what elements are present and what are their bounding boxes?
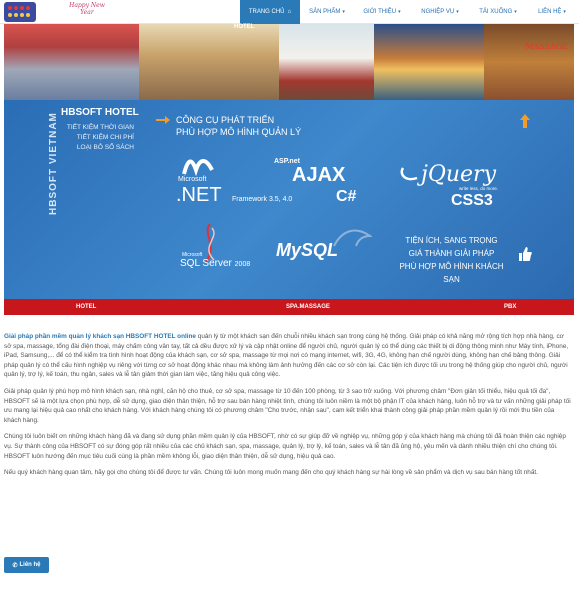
nav-tai-xuong[interactable]: TẢI XUỐNG ▾ [470,0,526,24]
hbsoft-logo[interactable] [4,2,36,22]
caret-down-icon: ▾ [456,9,459,15]
tagline: TIẾT KIỆM CHI PHÍ [76,134,134,141]
csharp-label: C# [336,188,357,205]
nav-label: NGHIỆP VỤ [421,9,455,15]
nav-gioi-thieu[interactable]: GIỚI THIỆU ▾ [354,0,410,24]
arrow-up-icon [520,114,530,128]
nav-san-pham[interactable]: SẢN PHẨM ▾ [302,0,352,24]
sql-name: SQL Server [180,258,232,269]
new-year-hotel-photo [4,24,139,100]
dotnet-wave-icon [182,159,214,176]
hotel-photo-banner: HOTEL MASSAGE [4,24,574,100]
intro-paragraph-3: Chúng tôi luôn biết ơn những khách hàng … [4,433,566,460]
jquery-swoosh-icon [400,167,418,181]
hotel-pool-night-photo [374,24,484,100]
nav-label: LIÊN HỆ [538,9,562,15]
nav-trang-chu[interactable]: TRANG CHỦ ⌂ [240,0,300,24]
nav-label: TRANG CHỦ [248,9,285,15]
tagline: LOẠI BỎ SỔ SÁCH [76,144,134,151]
caret-down-icon: ▾ [342,9,345,15]
intro-paragraph-2: Giải pháp quản lý phù hợp mô hình khách … [4,387,571,424]
caret-down-icon: ▾ [514,9,517,15]
benefit-list: TIỆN ÍCH, SANG TRỌNG GIÁ THÀNH GIẢI PHÁP… [394,234,509,286]
dotnet-brand: Microsoft [178,176,207,183]
service-bar: HOTEL SPA.MASSAGE PBX [4,299,574,315]
jquery-name: jQuery [421,162,496,187]
intro-content: Giải pháp phần mềm quản lý khách sạn HBS… [4,332,572,485]
mysql-name: MySQL [276,240,339,260]
happy-new-year-logo: Happy New Year [69,2,105,16]
tagline-list: TIẾT KIỆM THỜI GIAN TIẾT KIỆM CHI PHÍ LO… [54,123,134,153]
intro-highlight: Giải pháp phần mềm quản lý khách sạn HBS… [4,333,196,340]
intro-paragraph-4: Nếu quý khách hàng quan tâm, hãy gọi cho… [4,469,538,477]
service-pbx: PBX [504,304,517,310]
nav-nghiep-vu[interactable]: NGHIỆP VỤ ▾ [412,0,468,24]
nav-label: GIỚI THIỆU [363,9,397,15]
nav-label: SẢN PHẨM [309,9,341,15]
hotel-room-photo [279,24,374,100]
ajax-name: AJAX [292,164,346,186]
jquery-slogan: write less, do more. [459,186,499,191]
tagline: TIẾT KIỆM THỜI GIAN [66,124,134,131]
css3-label: CSS3 [451,192,493,209]
service-spa-massage: SPA.MASSAGE [286,304,330,310]
top-navbar: Happy New Year TRANG CHỦ ⌂ SẢN PHẨM ▾ GIỚ… [0,0,579,24]
sql-name-row: SQL Server 2008 [180,258,250,269]
headline-line: PHÙ HỢP MÔ HÌNH QUẢN LÝ [176,127,302,137]
sql-year: 2008 [234,261,251,268]
hotel-sign: HOTEL [234,24,255,30]
benefit-item: PHÙ HỢP MÔ HÌNH KHÁCH SẠN [399,262,504,284]
massage-spa-photo [484,24,574,100]
thumbs-up-icon [519,247,532,261]
dotnet-framework: Framework 3.5, 4.0 [232,196,293,203]
nav-lien-he[interactable]: LIÊN HỆ ▾ [528,0,576,24]
promo-panel: HBSOFT VIETNAM HBSOFT HOTEL TIẾT KIỆM TH… [4,100,574,299]
contact-button-label: Liên hệ [19,562,41,568]
promo-title: HBSOFT HOTEL [61,107,139,118]
service-hotel: HOTEL [76,304,97,310]
hotel-facade-photo [139,24,279,100]
nav-label: TẢI XUỐNG [479,9,513,15]
massage-sign: MASSAGE [525,42,568,51]
headline: CÔNG CỤ PHÁT TRIỂN PHÙ HỢP MÔ HÌNH QUẢN … [176,114,301,138]
home-icon: ⌂ [287,9,292,15]
phone-icon: ✆ [12,562,18,569]
benefit-item: TIỆN ÍCH, SANG TRỌNG [405,236,498,245]
intro-paragraph-1: Giải pháp phần mềm quản lý khách sạn HBS… [4,332,572,380]
arrow-right-icon [156,116,170,124]
contact-button[interactable]: ✆ Liên hệ [4,557,49,573]
caret-down-icon: ▾ [563,9,566,15]
caret-down-icon: ▾ [398,9,401,15]
benefit-item: GIÁ THÀNH GIẢI PHÁP [408,249,495,258]
dotnet-name: .NET [176,184,222,206]
headline-line: CÔNG CỤ PHÁT TRIỂN [176,115,275,125]
